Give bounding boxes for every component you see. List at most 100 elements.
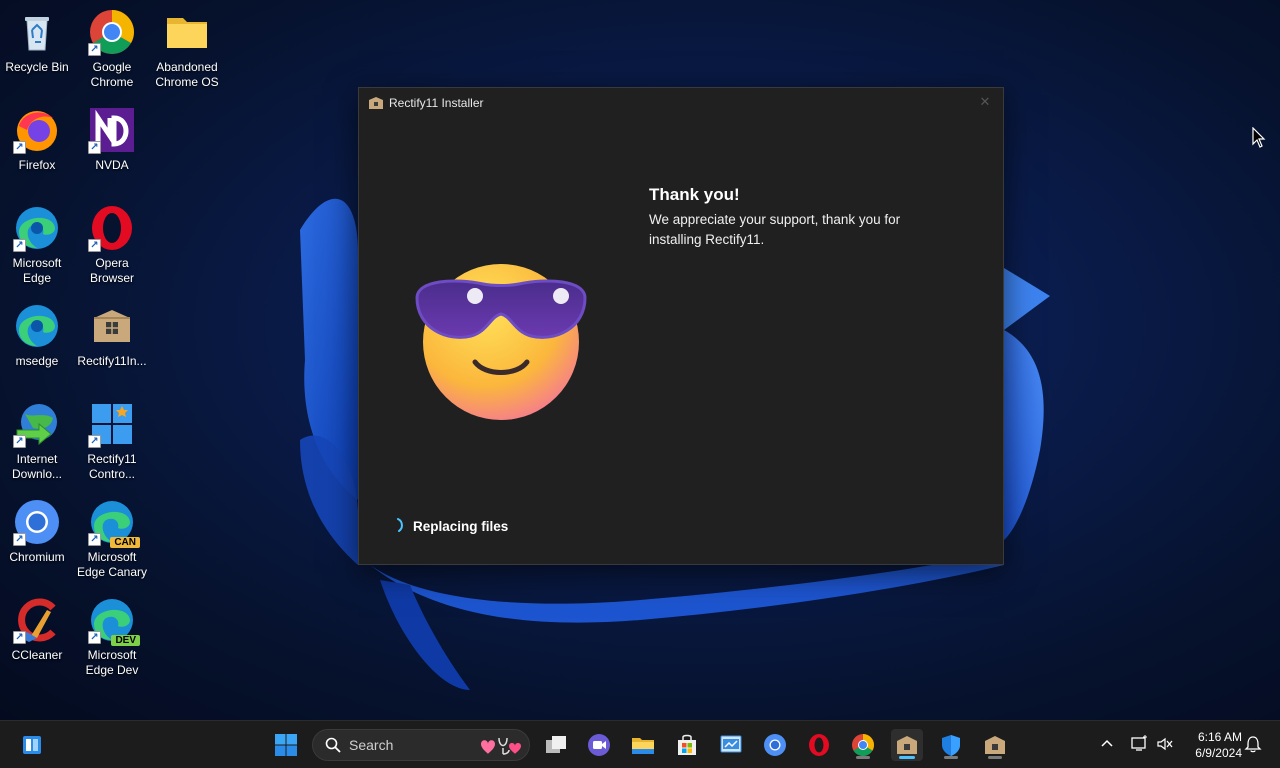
desktop-icon-label: Microsoft Edge Canary [76, 550, 148, 579]
dev-badge: DEV [111, 635, 140, 646]
folder-icon [163, 8, 211, 56]
microsoft-store-button[interactable] [671, 729, 703, 761]
desktop-icon-ccleaner[interactable]: ↗ CCleaner [0, 592, 74, 682]
running-indicator [988, 756, 1002, 759]
control-panel-icon [720, 735, 742, 753]
thank-you-message: We appreciate your support, thank you fo… [649, 212, 901, 247]
desktop-icon-google-chrome[interactable]: ↗ Google Chrome [75, 4, 149, 94]
task-view-icon [546, 736, 566, 753]
desktop-icon-label: Internet Downlo... [11, 452, 63, 481]
desktop-icon-label: Chromium [9, 550, 65, 564]
windows-tiles-icon: ↗ [88, 400, 136, 448]
desktop-icon-microsoft-edge[interactable]: ↗ Microsoft Edge [0, 200, 74, 290]
installer-titlebar[interactable]: Rectify11 Installer [359, 88, 1003, 118]
close-icon: ✕ [979, 95, 991, 110]
shortcut-arrow-icon: ↗ [13, 239, 26, 252]
taskbar-clock[interactable]: 6:16 AM 6/9/2024 [1182, 729, 1242, 761]
desktop-icon-label: Firefox [18, 158, 56, 172]
desktop-icon-rectify11-control-center[interactable]: ↗ Rectify11 Contro... [75, 396, 149, 486]
opera-icon [809, 734, 829, 756]
opera-taskbar-button[interactable] [803, 729, 835, 761]
running-indicator [856, 756, 870, 759]
clock-date: 6/9/2024 [1195, 746, 1242, 760]
desktop-icon-label: NVDA [95, 158, 129, 172]
meet-button[interactable] [583, 729, 615, 761]
installer-title: Rectify11 Installer [389, 96, 484, 110]
firefox-icon: ↗ [13, 106, 61, 154]
internet-download-manager-icon: ↗ [13, 400, 61, 448]
file-explorer-icon [632, 738, 654, 754]
rectify11-installer-icon [897, 736, 917, 754]
edge-canary-icon: ↗ CAN [88, 498, 140, 548]
package-icon [985, 736, 1005, 754]
meet-icon [588, 734, 610, 756]
desktop-icon-chromium[interactable]: ↗ Chromium [0, 494, 74, 584]
desktop-icon-microsoft-edge-canary[interactable]: ↗ CAN Microsoft Edge Canary [75, 494, 149, 584]
shortcut-arrow-icon: ↗ [88, 43, 101, 56]
package-taskbar-button[interactable] [979, 729, 1011, 761]
thank-you-heading: Thank you! [649, 185, 740, 204]
active-indicator [899, 756, 915, 759]
ccleaner-icon: ↗ [13, 596, 61, 644]
canary-badge: CAN [110, 537, 140, 548]
network-icon[interactable] [1130, 735, 1148, 753]
desktop-icon-label: Microsoft Edge Dev [85, 648, 139, 677]
desktop-icon-opera-browser[interactable]: ↗ Opera Browser [75, 200, 149, 290]
search-highlight-hearts-icon [481, 737, 521, 755]
notification-bell-icon[interactable] [1244, 735, 1262, 753]
taskbar: Search 6:16 AM 6/9/2024 [0, 720, 1280, 768]
mouse-cursor-icon [1252, 127, 1266, 148]
desktop-icon-abandoned-chrome-os[interactable]: Abandoned Chrome OS [150, 4, 224, 94]
recycle-bin-icon [13, 8, 61, 56]
chromium-icon [764, 734, 786, 756]
package-icon [369, 97, 383, 109]
search-placeholder: Search [349, 737, 394, 753]
control-panel-button[interactable] [715, 729, 747, 761]
search-icon [325, 737, 341, 753]
start-button[interactable] [270, 729, 302, 761]
installer-window: Rectify11 Installer ✕ Thank you! We appr… [358, 87, 1004, 565]
running-indicator [944, 756, 958, 759]
chrome-taskbar-button[interactable] [847, 729, 879, 761]
start-icon [275, 734, 297, 756]
shortcut-arrow-icon: ↗ [13, 435, 26, 448]
taskbar-search-box[interactable]: Search [312, 729, 530, 761]
desktop-icon-msedge[interactable]: msedge [0, 298, 74, 388]
desktop-icon-firefox[interactable]: ↗ Firefox [0, 102, 74, 192]
task-view-button[interactable] [540, 729, 572, 761]
close-button[interactable]: ✕ [975, 93, 995, 113]
edge-dev-icon: ↗ DEV [88, 596, 140, 646]
desktop-icon-internet-download-manager[interactable]: ↗ Internet Downlo... [0, 396, 74, 486]
file-explorer-button[interactable] [627, 729, 659, 761]
volume-muted-icon[interactable] [1156, 735, 1174, 753]
shortcut-arrow-icon: ↗ [88, 141, 101, 154]
chevron-up-icon[interactable] [1098, 735, 1116, 753]
desktop-icon-recycle-bin[interactable]: Recycle Bin [0, 4, 74, 94]
widgets-icon [23, 736, 41, 754]
widgets-button[interactable] [16, 729, 48, 761]
chromium-taskbar-button[interactable] [759, 729, 791, 761]
rectify11-installer-taskbar-button[interactable] [891, 729, 923, 761]
chrome-icon: ↗ [88, 8, 136, 56]
clock-time: 6:16 AM [1197, 730, 1242, 744]
shortcut-arrow-icon: ↗ [88, 239, 101, 252]
edge-icon [13, 302, 61, 350]
chromium-icon: ↗ [13, 498, 61, 546]
nvda-icon: ↗ [88, 106, 136, 154]
desktop-icon-label: Opera Browser [89, 256, 134, 285]
desktop: Recycle Bin ↗ Google Chrome Abandoned Ch… [0, 0, 1280, 720]
desktop-icon-microsoft-edge-dev[interactable]: ↗ DEV Microsoft Edge Dev [75, 592, 149, 682]
desktop-icon-label: Microsoft Edge [12, 256, 62, 285]
defender-taskbar-button[interactable] [935, 729, 967, 761]
shortcut-arrow-icon: ↗ [88, 435, 101, 448]
desktop-icon-label: Google Chrome [90, 60, 134, 89]
chrome-icon [852, 734, 874, 756]
microsoft-store-icon [678, 734, 696, 755]
desktop-icon-nvda[interactable]: ↗ NVDA [75, 102, 149, 192]
desktop-icon-label: Abandoned Chrome OS [155, 60, 219, 89]
desktop-icon-rectify11-installer[interactable]: Rectify11In... [75, 298, 149, 388]
shortcut-arrow-icon: ↗ [13, 631, 26, 644]
progress-ring-icon [397, 518, 403, 532]
shortcut-arrow-icon: ↗ [13, 533, 26, 546]
desktop-icon-label: Rectify11In... [77, 354, 147, 368]
